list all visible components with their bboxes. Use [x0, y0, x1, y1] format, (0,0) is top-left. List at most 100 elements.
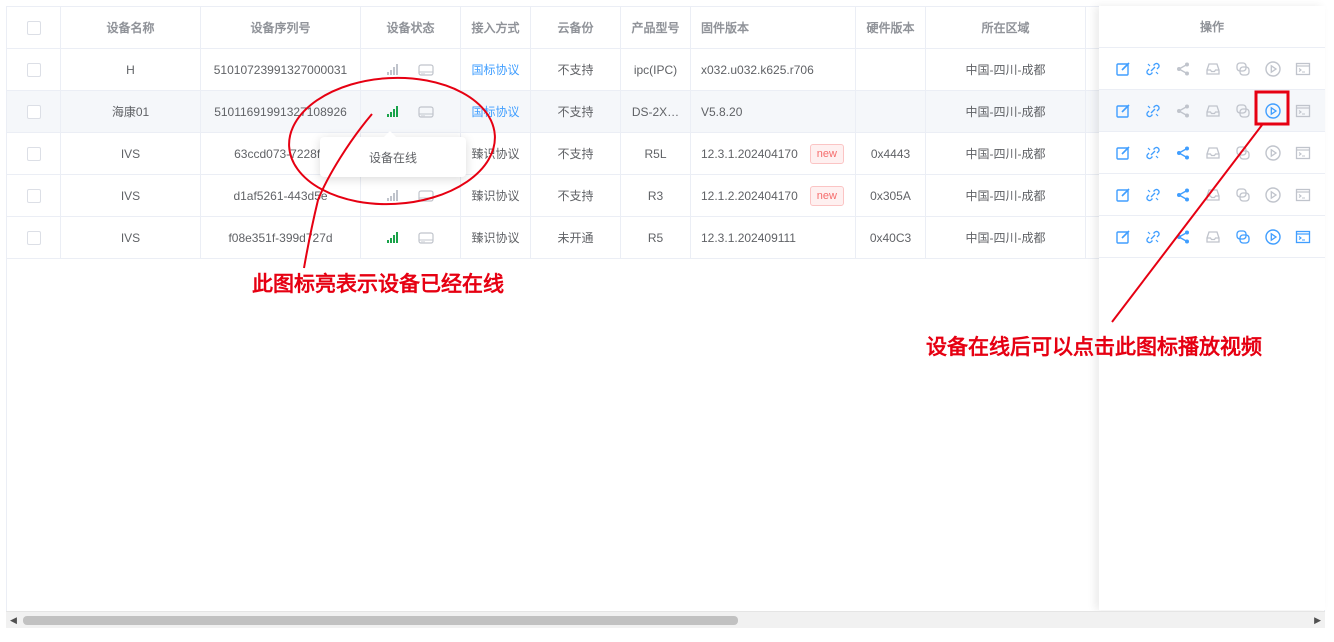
scrollbar-thumb[interactable]	[23, 616, 738, 625]
copy-icon[interactable]	[1233, 59, 1253, 79]
header-device-name: 设备名称	[61, 7, 201, 48]
copy-icon[interactable]	[1233, 143, 1253, 163]
edit-icon[interactable]	[1113, 101, 1133, 121]
signal-icon[interactable]	[387, 190, 398, 201]
header-serial: 设备序列号	[201, 7, 361, 48]
terminal-icon[interactable]	[1293, 227, 1313, 247]
firmware-text: 12.1.2.202404170	[701, 188, 798, 203]
row-checkbox[interactable]	[26, 62, 41, 77]
terminal-icon[interactable]	[1293, 101, 1313, 121]
device-status	[361, 91, 461, 132]
row-select-cell[interactable]	[7, 49, 61, 90]
access-method[interactable]: 国标协议	[461, 49, 531, 90]
edit-icon[interactable]	[1113, 185, 1133, 205]
play-icon[interactable]	[1263, 59, 1283, 79]
unlink-icon[interactable]	[1143, 185, 1163, 205]
product-model: DS-2X…	[621, 91, 691, 132]
copy-icon[interactable]	[1233, 101, 1253, 121]
storage-icon[interactable]	[1203, 101, 1223, 121]
terminal-icon[interactable]	[1293, 143, 1313, 163]
storage-icon[interactable]	[1203, 143, 1223, 163]
device-name: IVS	[61, 217, 201, 258]
device-name: 海康01	[61, 91, 201, 132]
row-checkbox[interactable]	[26, 230, 41, 245]
row-checkbox[interactable]	[26, 188, 41, 203]
signal-icon[interactable]	[387, 232, 398, 243]
scroll-right-arrow-icon[interactable]: ▶	[1314, 615, 1321, 626]
play-icon[interactable]	[1263, 185, 1283, 205]
new-firmware-badge[interactable]: new	[809, 143, 844, 164]
storage-icon[interactable]	[1203, 227, 1223, 247]
access-method[interactable]: 国标协议	[461, 91, 531, 132]
storage-icon[interactable]	[1203, 185, 1223, 205]
unlink-icon[interactable]	[1143, 143, 1163, 163]
row-checkbox[interactable]	[26, 104, 41, 119]
terminal-icon[interactable]	[1293, 185, 1313, 205]
device-name: H	[61, 49, 201, 90]
storage-icon[interactable]	[1203, 59, 1223, 79]
storage-disk-icon[interactable]	[418, 105, 434, 118]
device-serial: 51011691991327108926	[201, 91, 361, 132]
header-select-all[interactable]	[7, 7, 61, 48]
hardware-version: 0x305A	[856, 175, 926, 216]
device-serial: d1af5261-443d5e	[201, 175, 361, 216]
share-icon[interactable]	[1173, 143, 1193, 163]
play-icon[interactable]	[1263, 227, 1283, 247]
firmware-version: V5.8.20	[691, 91, 856, 132]
signal-icon[interactable]	[387, 64, 398, 75]
storage-disk-icon[interactable]	[418, 63, 434, 76]
share-icon[interactable]	[1173, 59, 1193, 79]
copy-icon[interactable]	[1233, 227, 1253, 247]
play-icon[interactable]	[1263, 101, 1283, 121]
region: 中国-四川-成都	[926, 49, 1086, 90]
region: 中国-四川-成都	[926, 217, 1086, 258]
share-icon[interactable]	[1173, 101, 1193, 121]
share-icon[interactable]	[1173, 227, 1193, 247]
firmware-text: V5.8.20	[701, 104, 743, 119]
firmware-version: 12.3.1.202409111	[691, 217, 856, 258]
edit-icon[interactable]	[1113, 143, 1133, 163]
select-all-checkbox[interactable]	[26, 20, 41, 35]
device-name: IVS	[61, 133, 201, 174]
row-checkbox[interactable]	[26, 146, 41, 161]
operations-column: 操作	[1099, 6, 1325, 610]
product-model: R5L	[621, 133, 691, 174]
region: 中国-四川-成都	[926, 91, 1086, 132]
device-status	[361, 217, 461, 258]
unlink-icon[interactable]	[1143, 227, 1163, 247]
access-method: 臻识协议	[461, 175, 531, 216]
share-icon[interactable]	[1173, 185, 1193, 205]
header-cloud: 云备份	[531, 7, 621, 48]
row-select-cell[interactable]	[7, 217, 61, 258]
horizontal-scrollbar[interactable]: ◀ ▶	[6, 611, 1325, 628]
hardware-version: 0x40C3	[856, 217, 926, 258]
status-tooltip: 设备在线	[320, 131, 466, 177]
firmware-text: 12.3.1.202409111	[701, 230, 796, 245]
storage-disk-icon[interactable]	[418, 189, 434, 202]
operations-row	[1099, 216, 1325, 258]
row-select-cell[interactable]	[7, 91, 61, 132]
unlink-icon[interactable]	[1143, 101, 1163, 121]
edit-icon[interactable]	[1113, 59, 1133, 79]
cloud-backup: 不支持	[531, 133, 621, 174]
scroll-left-arrow-icon[interactable]: ◀	[10, 615, 17, 626]
cloud-backup: 不支持	[531, 49, 621, 90]
header-model: 产品型号	[621, 7, 691, 48]
edit-icon[interactable]	[1113, 227, 1133, 247]
copy-icon[interactable]	[1233, 185, 1253, 205]
firmware-version: 12.1.2.202404170 new	[691, 175, 856, 216]
operations-row	[1099, 132, 1325, 174]
storage-disk-icon[interactable]	[418, 231, 434, 244]
firmware-text: 12.3.1.202404170	[701, 146, 798, 161]
cloud-backup: 不支持	[531, 175, 621, 216]
firmware-version: x032.u032.k625.r706	[691, 49, 856, 90]
header-region: 所在区域	[926, 7, 1086, 48]
row-select-cell[interactable]	[7, 175, 61, 216]
header-hardware: 硬件版本	[856, 7, 926, 48]
unlink-icon[interactable]	[1143, 59, 1163, 79]
signal-icon[interactable]	[387, 106, 398, 117]
new-firmware-badge[interactable]: new	[809, 185, 844, 206]
row-select-cell[interactable]	[7, 133, 61, 174]
play-icon[interactable]	[1263, 143, 1283, 163]
terminal-icon[interactable]	[1293, 59, 1313, 79]
